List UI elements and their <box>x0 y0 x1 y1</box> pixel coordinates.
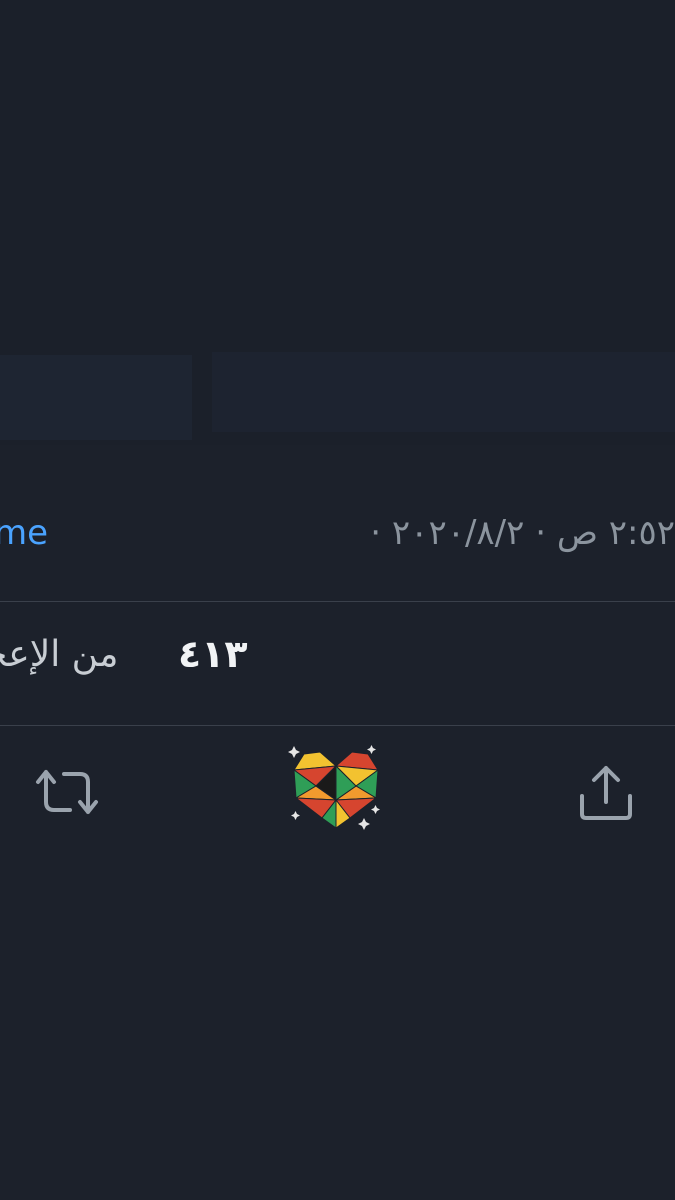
share-icon <box>580 766 632 820</box>
likes-label: من الإعجا <box>0 634 119 675</box>
divider <box>0 725 675 726</box>
media-thumbnail-left <box>0 355 192 440</box>
tweet-detail-screen: ٢:٥٢ ص · ٢٠٢٠/٨/٢ · me ٤١٣ من الإعجا <box>0 0 675 1200</box>
tweet-media[interactable] <box>0 0 675 445</box>
like-button[interactable] <box>282 742 388 838</box>
divider <box>0 601 675 602</box>
heart-mosaic-icon <box>288 745 380 830</box>
tweet-meta-row: ٢:٥٢ ص · ٢٠٢٠/٨/٢ · me <box>0 505 675 565</box>
media-thumbnail-right <box>212 352 675 432</box>
retweet-button[interactable] <box>32 762 102 822</box>
tweet-source-link[interactable]: me <box>0 513 48 553</box>
tweet-timestamp: ٢:٥٢ ص · ٢٠٢٠/٨/٢ · <box>370 513 675 553</box>
likes-count: ٤١٣ <box>178 632 248 676</box>
share-button[interactable] <box>574 760 638 826</box>
likes-row[interactable]: ٤١٣ من الإعجا <box>0 620 675 700</box>
retweet-icon <box>36 770 98 814</box>
